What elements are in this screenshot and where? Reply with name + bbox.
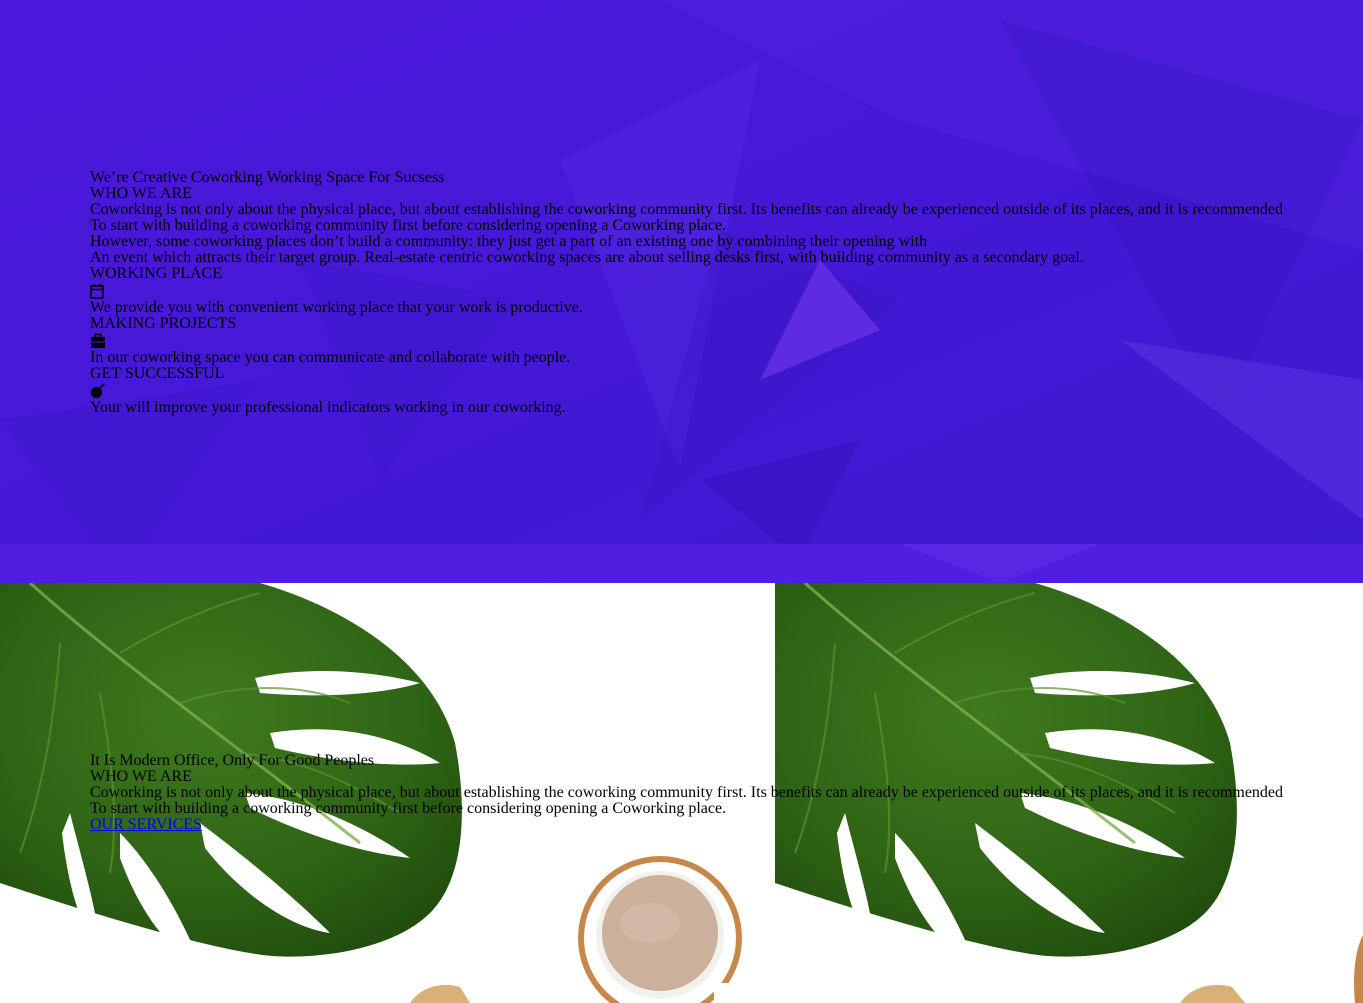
hero-content: We’re Creative Coworking Working Space F… [90, 170, 1330, 416]
about-tagline: It Is Modern Office, Only For Good Peopl… [90, 752, 375, 769]
feature-working-place: WORKING PLACE We provide you with conven… [90, 266, 1330, 316]
hero-section: We’re Creative Coworking Working Space F… [0, 0, 1363, 583]
hero-paragraph: However, some coworking places don’t bui… [90, 233, 928, 250]
feature-making-projects: MAKING PROJECTS In our coworking space y… [90, 316, 1330, 366]
bomb-icon [90, 383, 1330, 400]
feature-title: MAKING PROJECTS [90, 315, 237, 332]
calendar-icon [90, 283, 1330, 300]
feature-text: Your will improve your professional indi… [90, 399, 566, 416]
about-content: It Is Modern Office, Only For Good Peopl… [90, 753, 1330, 833]
about-paragraph: Coworking is not only about the physical… [90, 784, 1284, 801]
our-services-link[interactable]: OUR SERVICES [90, 817, 202, 833]
feature-title: WORKING PLACE [90, 265, 222, 282]
briefcase-icon [90, 333, 1330, 350]
about-heading: WHO WE ARE [90, 768, 192, 785]
feature-text: We provide you with convenient working p… [90, 299, 583, 316]
feature-get-successful: GET SUCCESSFUL Your will improve your pr… [90, 366, 1330, 416]
hero-heading: WHO WE ARE [90, 185, 192, 202]
hero-tagline: We’re Creative Coworking Working Space F… [90, 169, 445, 186]
hero-paragraph: An event which attracts their target gro… [90, 249, 1084, 266]
feature-title: GET SUCCESSFUL [90, 365, 225, 382]
about-section: It Is Modern Office, Only For Good Peopl… [0, 583, 1363, 1003]
feature-text: In our coworking space you can communica… [90, 349, 571, 366]
hero-paragraph: To start with building a coworking commu… [90, 217, 727, 234]
about-paragraph: To start with building a coworking commu… [90, 800, 727, 817]
coffee-cup-image [578, 856, 742, 1003]
hero-paragraph: Coworking is not only about the physical… [90, 201, 1284, 218]
